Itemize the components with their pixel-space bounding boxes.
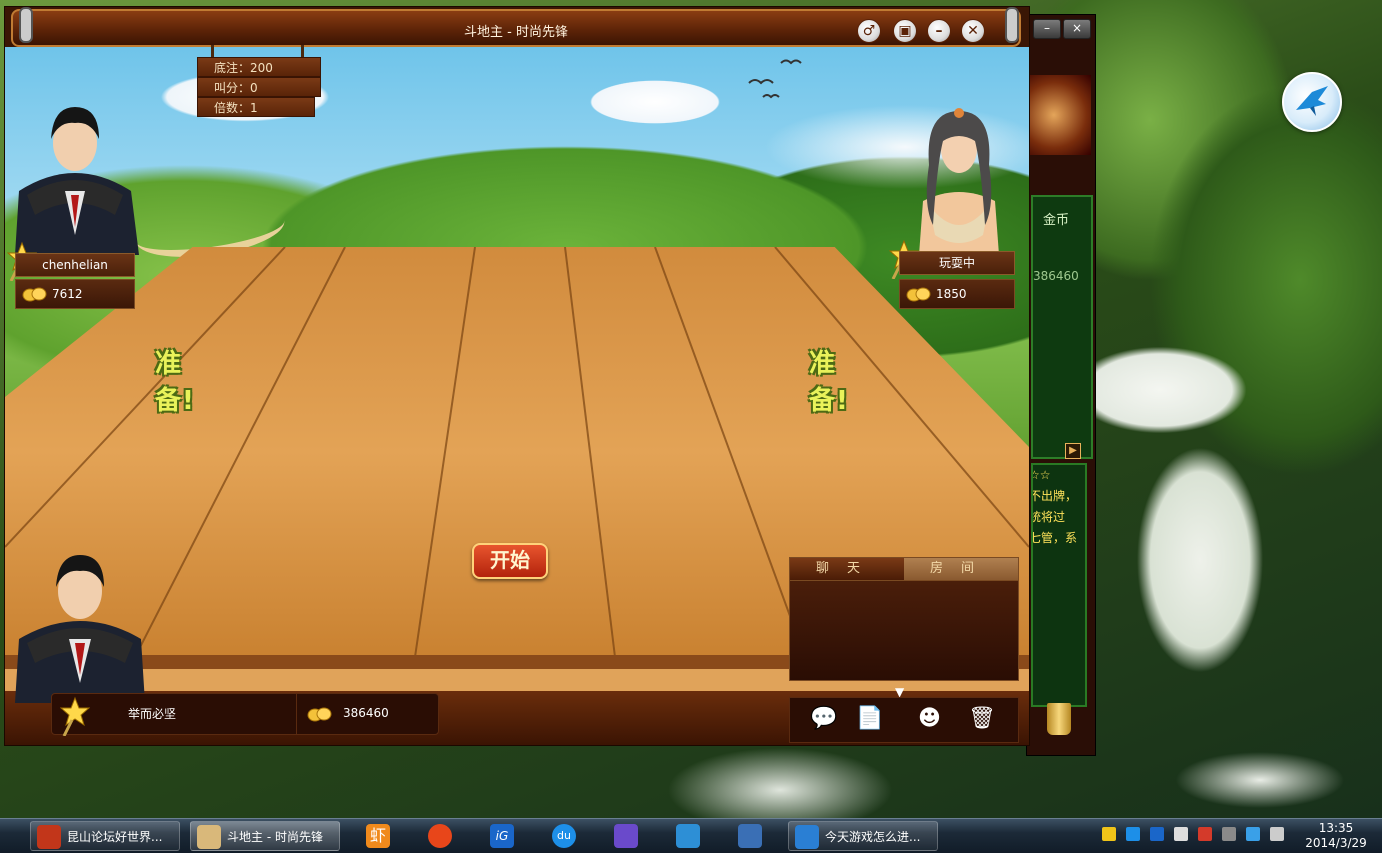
coin-icon — [307, 707, 332, 722]
app-icon: iG — [490, 824, 514, 848]
tray-app-icon[interactable] — [1246, 827, 1260, 841]
taskbar-item-label: 今天游戏怎么进... — [825, 830, 921, 844]
taskbar-item[interactable] — [414, 821, 468, 851]
app-icon — [676, 824, 700, 848]
minimize-button[interactable]: – — [927, 19, 951, 43]
gender-icon-button[interactable]: ♂ — [857, 19, 881, 43]
chat-tabs: 聊天 房间 — [789, 557, 1019, 581]
lobby-minimize-button[interactable]: – — [1033, 19, 1061, 39]
player-left-coins-value: 7612 — [52, 287, 83, 301]
lobby-close-button[interactable]: × — [1063, 19, 1091, 39]
notice-line: 不出牌， — [1031, 489, 1078, 503]
player-self-plate: 举而必坚 386460 — [51, 693, 439, 737]
tab-chat[interactable]: 聊天 — [790, 558, 904, 580]
app-icon: du — [552, 824, 576, 848]
bid-label: 叫分：0 — [197, 77, 321, 97]
game-lobby-window: – × 金币 386460 ▶ ☆☆ 不出牌， 统将过 七管，系 — [1026, 14, 1096, 756]
taskbar-item[interactable]: 虾 — [352, 821, 406, 851]
app-icon — [428, 824, 452, 848]
player-left-coins: 7612 — [15, 279, 135, 309]
taskbar-item[interactable] — [662, 821, 716, 851]
player-left-name: chenhelian — [15, 253, 135, 277]
notice-line: 七管，系 — [1031, 531, 1078, 545]
lobby-avatar — [1029, 75, 1091, 155]
tab-room[interactable]: 房间 — [904, 558, 1018, 580]
emoji-icon[interactable]: ☻ — [918, 708, 941, 730]
taskbar-item[interactable]: 昆山论坛好世界... — [30, 821, 180, 851]
player-right-coins: 1850 — [899, 279, 1015, 309]
taskbar-item[interactable]: iG — [476, 821, 530, 851]
score-sign: 底注：200 叫分：0 倍数：1 — [197, 45, 323, 133]
coin-icon — [906, 287, 931, 302]
taskbar-item-label: 昆山论坛好世界... — [67, 830, 163, 844]
lobby-coin-header: 金币 — [1043, 213, 1070, 228]
birds-icon — [748, 59, 802, 99]
phrase-note-icon[interactable]: 📄 — [856, 708, 883, 730]
lobby-expand-button[interactable]: ▶ — [1065, 443, 1081, 459]
lobby-coin-value: 386460 — [1033, 269, 1079, 283]
player-left-avatar[interactable] — [5, 95, 145, 255]
taskbar-item[interactable] — [600, 821, 654, 851]
lobby-notice-panel: ☆☆ 不出牌， 统将过 七管，系 — [1031, 463, 1087, 707]
tray-network-icon[interactable] — [1174, 827, 1188, 841]
multiplier-label: 倍数：1 — [197, 97, 315, 117]
trash-icon[interactable]: 🗑 — [968, 708, 996, 730]
wand-icon — [59, 696, 91, 737]
app-icon — [197, 825, 221, 849]
app-icon — [614, 824, 638, 848]
tray-shield-icon[interactable] — [1102, 827, 1116, 841]
clock-time: 13:35 — [1318, 821, 1354, 835]
tray-app-icon[interactable] — [1222, 827, 1236, 841]
player-right-ready-status: 准备! — [809, 349, 849, 416]
chat-panel: 聊天 房间 ▼ 💬 📄 ☻ 🗑 — [789, 557, 1019, 745]
close-button[interactable]: ✕ — [961, 19, 985, 43]
app-icon — [738, 824, 762, 848]
system-clock[interactable]: 13:35 2014/3/29 — [1296, 821, 1376, 851]
player-self-avatar[interactable] — [5, 543, 155, 703]
notice-line: ☆☆ — [1031, 468, 1051, 482]
player-right-avatar[interactable] — [899, 105, 1019, 255]
lobby-info-panel: 金币 386460 — [1031, 195, 1093, 459]
player-right-name: 玩耍中 — [899, 251, 1015, 275]
start-orb[interactable] — [0, 821, 24, 851]
app-icon — [795, 825, 819, 849]
trash-can-icon[interactable] — [1047, 703, 1071, 735]
game-window: 斗地主 - 时尚先锋 ♂ ▣ – ✕ 底注：200 叫分：0 倍数：1 chen… — [4, 6, 1030, 746]
player-left-ready-status: 准备! — [155, 349, 195, 416]
volume-icon[interactable] — [1270, 827, 1284, 841]
player-self-coins: 386460 — [296, 694, 389, 734]
base-bet-label: 底注：200 — [197, 57, 321, 77]
app-icon: 虾 — [366, 824, 390, 848]
chat-toolbar: 💬 📄 ☻ 🗑 — [789, 697, 1019, 743]
start-button[interactable]: 开始 — [472, 543, 548, 579]
taskbar-item[interactable]: 今天游戏怎么进... — [788, 821, 938, 851]
taskbar-item[interactable]: du — [538, 821, 592, 851]
notice-line: 统将过 — [1031, 510, 1066, 524]
app-icon — [37, 825, 61, 849]
chat-messages[interactable] — [789, 581, 1019, 681]
tray-app-icon[interactable] — [1126, 827, 1140, 841]
taskbar: 昆山论坛好世界... 斗地主 - 时尚先锋 虾 iG du 今天游戏怎么进...… — [0, 818, 1382, 853]
tray-app-icon[interactable] — [1150, 827, 1164, 841]
taskbar-item[interactable]: 斗地主 - 时尚先锋 — [190, 821, 340, 851]
player-right-coins-value: 1850 — [936, 287, 967, 301]
chat-bubble-icon[interactable]: 💬 — [810, 708, 837, 730]
settings-button[interactable]: ▣ — [893, 19, 917, 43]
clock-date: 2014/3/29 — [1305, 836, 1367, 850]
coin-icon — [22, 287, 47, 302]
qq-bird-desktop-icon[interactable] — [1282, 72, 1342, 132]
player-self-coins-value: 386460 — [343, 706, 389, 720]
player-self-name: 举而必坚 — [128, 707, 177, 721]
taskbar-item[interactable] — [724, 821, 778, 851]
tray-app-icon[interactable] — [1198, 827, 1212, 841]
title-bar[interactable]: 斗地主 - 时尚先锋 ♂ ▣ – ✕ — [11, 7, 1021, 47]
taskbar-item-label: 斗地主 - 时尚先锋 — [227, 830, 323, 844]
